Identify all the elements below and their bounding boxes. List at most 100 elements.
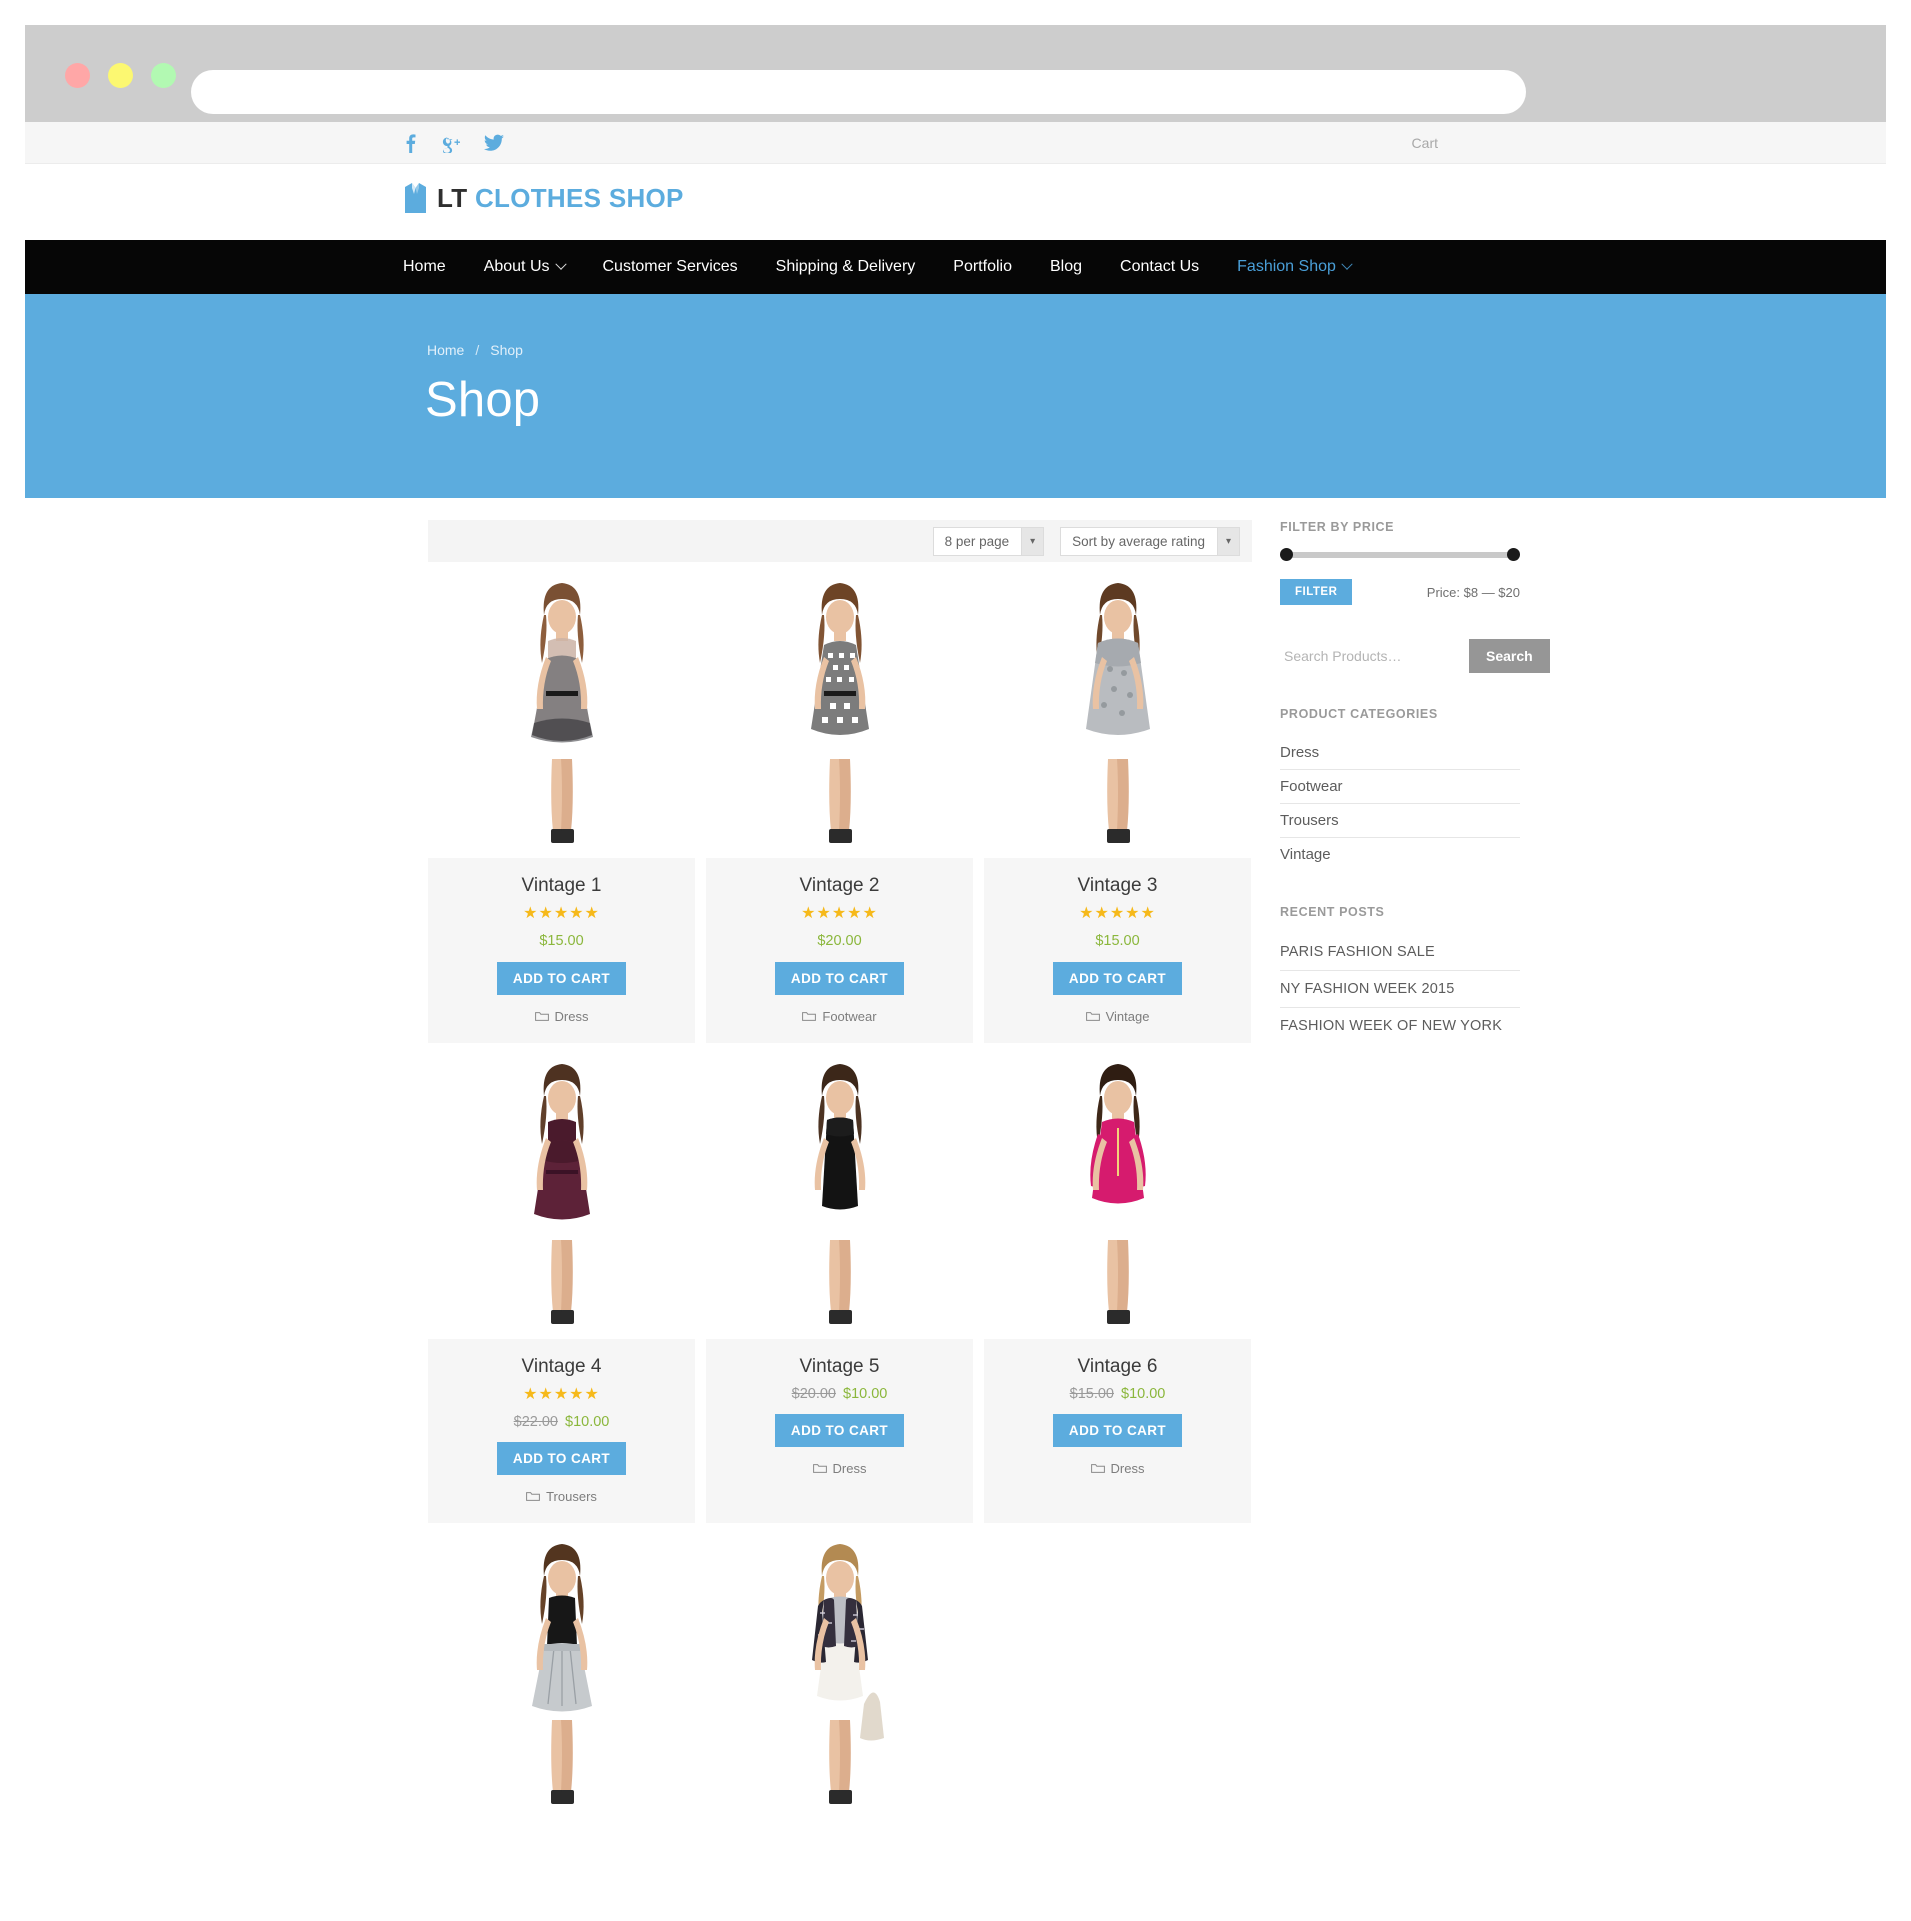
add-to-cart-button[interactable]: ADD TO CART: [1052, 1414, 1183, 1447]
product-name[interactable]: Vintage 6: [994, 1356, 1241, 1378]
product-category[interactable]: Dress: [716, 1461, 963, 1476]
nav-item-fashion-shop[interactable]: Fashion Shop: [1218, 240, 1370, 294]
slider-handle-max[interactable]: [1507, 548, 1520, 561]
filter-button[interactable]: FILTER: [1280, 579, 1353, 605]
category-link-footwear[interactable]: Footwear: [1280, 770, 1520, 803]
nav-item-home[interactable]: Home: [403, 240, 465, 294]
product-price: $20.00: [716, 934, 963, 949]
shop-sidebar: FILTER BY PRICE FILTER Price: $8 — $20 S…: [1280, 520, 1550, 1078]
product-image[interactable]: [428, 1534, 695, 1819]
nav-item-contact-us[interactable]: Contact Us: [1101, 240, 1218, 294]
folder-icon: [526, 1491, 540, 1502]
recent-posts-list: PARIS FASHION SALE NY FASHION WEEK 2015 FA…: [1280, 934, 1520, 1044]
product-price: $15.00 $10.00: [994, 1386, 1241, 1402]
product-category-label: Dress: [1110, 1461, 1145, 1476]
sort-by-select[interactable]: Sort by average rating ▾: [1060, 526, 1240, 556]
recent-post-link-fashion-week-of-new-york[interactable]: FASHION WEEK OF NEW YORK: [1280, 1008, 1520, 1044]
add-to-cart-button[interactable]: ADD TO CART: [1052, 961, 1183, 995]
nav-item-label: Blog: [1049, 258, 1083, 275]
product-card[interactable]: Vintage 4 ★★★★★ $22.00 $10.00 ADD TO CART Tro…: [428, 1053, 695, 1523]
product-price: $15.00: [438, 934, 685, 949]
maximize-window-button[interactable]: [151, 63, 176, 88]
add-to-cart-button[interactable]: ADD TO CART: [496, 961, 627, 995]
product-details: Vintage 2 ★★★★★ $20.00 ADD TO CART Footwear: [706, 858, 973, 1043]
nav-item-blog[interactable]: Blog: [1031, 240, 1101, 294]
minimize-window-button[interactable]: [108, 63, 133, 88]
product-grid: Vintage 1 ★★★★★ $15.00 ADD TO CART Dress Vin…: [428, 573, 1252, 1819]
logo-primary-text: LT: [437, 182, 468, 213]
window-controls: [65, 63, 176, 88]
product-category[interactable]: Dress: [438, 1009, 685, 1024]
per-page-value: 8 per page: [944, 533, 1010, 549]
add-to-cart-button[interactable]: ADD TO CART: [774, 1414, 905, 1447]
product-image[interactable]: [706, 573, 973, 858]
nav-item-label: Portfolio: [953, 258, 1012, 275]
nav-item-label: Fashion Shop: [1237, 258, 1336, 275]
recent-posts-widget: RECENT POSTS PARIS FASHION SALE NY FASHIO…: [1280, 905, 1520, 1044]
product-rating-stars: ★★★★★: [523, 1385, 600, 1403]
product-name[interactable]: Vintage 4: [438, 1356, 685, 1378]
folder-icon: [1090, 1463, 1105, 1474]
list-item: Trousers: [1280, 804, 1520, 838]
product-name[interactable]: Vintage 1: [438, 875, 685, 897]
product-image[interactable]: [428, 573, 695, 858]
category-link-trousers[interactable]: Trousers: [1280, 804, 1520, 837]
product-category[interactable]: Trousers: [438, 1489, 685, 1504]
nav-item-shipping-delivery[interactable]: Shipping & Delivery: [757, 240, 935, 294]
cart-link[interactable]: Cart: [1412, 122, 1438, 164]
recent-post-link-paris-fashion-sale[interactable]: PARIS FASHION SALE: [1280, 934, 1520, 970]
product-image[interactable]: [706, 1534, 973, 1819]
folder-icon: [534, 1011, 549, 1022]
product-image[interactable]: [984, 1053, 1251, 1339]
product-card[interactable]: [706, 1534, 973, 1819]
breadcrumb-item-shop[interactable]: Shop: [490, 342, 523, 358]
product-category-label: Trousers: [546, 1489, 597, 1504]
nav-item-label: Customer Services: [602, 258, 738, 275]
product-image[interactable]: [428, 1053, 695, 1339]
product-price-current: $10.00: [565, 1413, 610, 1430]
product-category[interactable]: Vintage: [994, 1009, 1241, 1024]
url-input[interactable]: [191, 70, 1526, 114]
product-card[interactable]: Vintage 2 ★★★★★ $20.00 ADD TO CART Footwear: [706, 573, 973, 1043]
facebook-icon[interactable]: [405, 133, 416, 153]
product-name[interactable]: Vintage 2: [716, 875, 963, 897]
twitter-icon[interactable]: [484, 134, 504, 152]
nav-item-label: Shipping & Delivery: [775, 258, 916, 275]
product-name[interactable]: Vintage 5: [716, 1356, 963, 1378]
google-plus-icon[interactable]: [440, 133, 460, 153]
product-card[interactable]: Vintage 5 $20.00 $10.00 ADD TO CART Dress: [706, 1053, 973, 1523]
add-to-cart-button[interactable]: ADD TO CART: [774, 961, 905, 995]
close-window-button[interactable]: [65, 63, 90, 88]
product-card[interactable]: Vintage 1 ★★★★★ $15.00 ADD TO CART Dress: [428, 573, 695, 1043]
nav-item-about-us[interactable]: About Us: [465, 240, 584, 294]
product-categories-title: PRODUCT CATEGORIES: [1280, 707, 1438, 721]
browser-chrome: [25, 25, 1886, 122]
recent-post-link-ny-fashion-week-2015[interactable]: NY FASHION WEEK 2015: [1280, 971, 1520, 1007]
product-name[interactable]: Vintage 3: [994, 875, 1241, 897]
nav-item-portfolio[interactable]: Portfolio: [934, 240, 1031, 294]
product-card[interactable]: [428, 1534, 695, 1819]
product-image[interactable]: [706, 1053, 973, 1339]
category-link-vintage[interactable]: Vintage: [1280, 838, 1520, 871]
recent-posts-title: RECENT POSTS: [1280, 905, 1385, 919]
product-category[interactable]: Dress: [994, 1461, 1241, 1476]
breadcrumb-item-home[interactable]: Home: [427, 342, 464, 358]
search-input[interactable]: [1280, 639, 1469, 673]
per-page-select[interactable]: 8 per page ▾: [932, 526, 1045, 556]
product-card[interactable]: Vintage 3 ★★★★★ $15.00 ADD TO CART Vintage: [984, 573, 1251, 1043]
product-category[interactable]: Footwear: [716, 1009, 963, 1024]
price-range-slider[interactable]: [1280, 548, 1520, 561]
category-link-dress[interactable]: Dress: [1280, 736, 1520, 769]
search-button[interactable]: Search: [1469, 639, 1550, 673]
product-price: $15.00: [994, 934, 1241, 949]
product-card[interactable]: Vintage 6 $15.00 $10.00 ADD TO CART Dress: [984, 1053, 1251, 1523]
add-to-cart-button[interactable]: ADD TO CART: [496, 1442, 627, 1475]
slider-handle-min[interactable]: [1280, 548, 1293, 561]
nav-item-customer-services[interactable]: Customer Services: [584, 240, 757, 294]
product-price: $20.00 $10.00: [716, 1386, 963, 1402]
list-item: PARIS FASHION SALE: [1280, 934, 1520, 971]
site-logo[interactable]: LT CLOTHES SHOP: [403, 182, 684, 214]
nav-items: Home About Us Customer Services Shipping & …: [403, 240, 1370, 294]
folder-icon: [802, 1011, 817, 1022]
product-image[interactable]: [984, 573, 1251, 858]
